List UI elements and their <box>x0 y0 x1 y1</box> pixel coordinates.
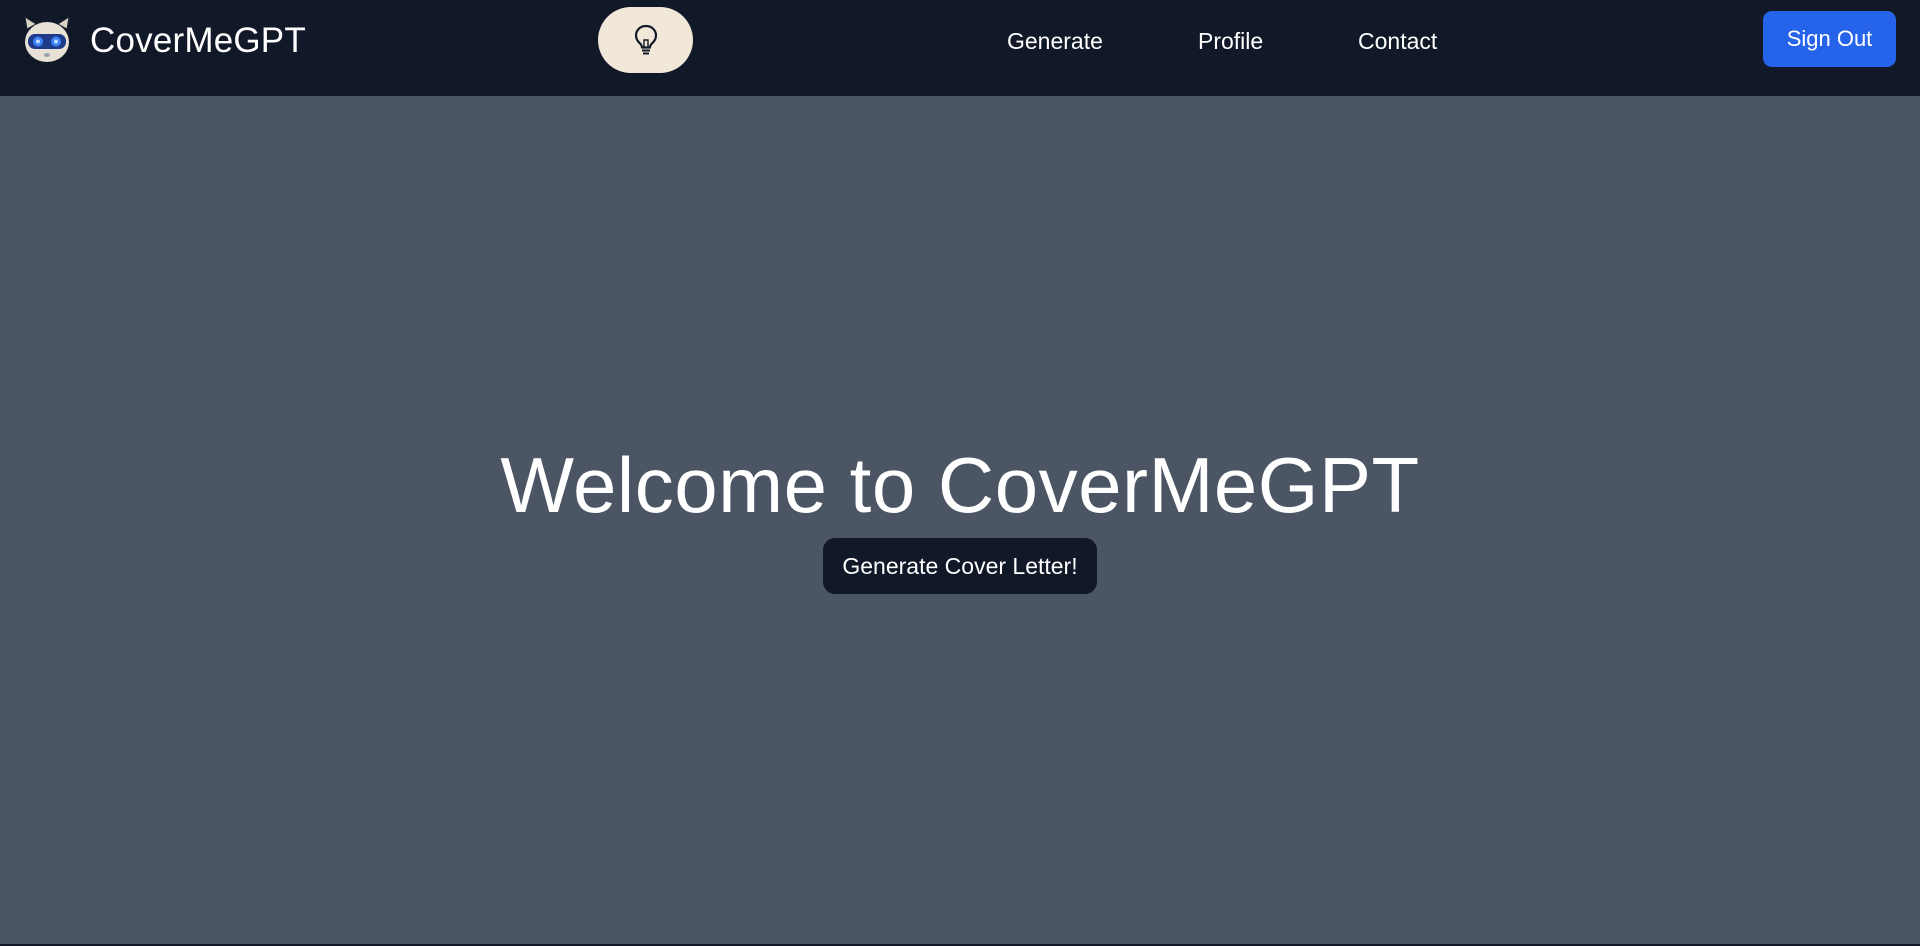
generate-cover-letter-button[interactable]: Generate Cover Letter! <box>823 538 1097 594</box>
nav-links: Generate Profile Contact <box>0 0 1920 80</box>
hero-title: Welcome to CoverMeGPT <box>500 441 1420 529</box>
nav-link-generate[interactable]: Generate <box>1007 26 1103 56</box>
nav-link-contact[interactable]: Contact <box>1358 26 1437 56</box>
nav-link-profile[interactable]: Profile <box>1198 26 1263 56</box>
top-navbar: CoverMeGPT Generate Profile Contact Sign… <box>0 0 1920 96</box>
sign-out-button[interactable]: Sign Out <box>1763 11 1896 67</box>
